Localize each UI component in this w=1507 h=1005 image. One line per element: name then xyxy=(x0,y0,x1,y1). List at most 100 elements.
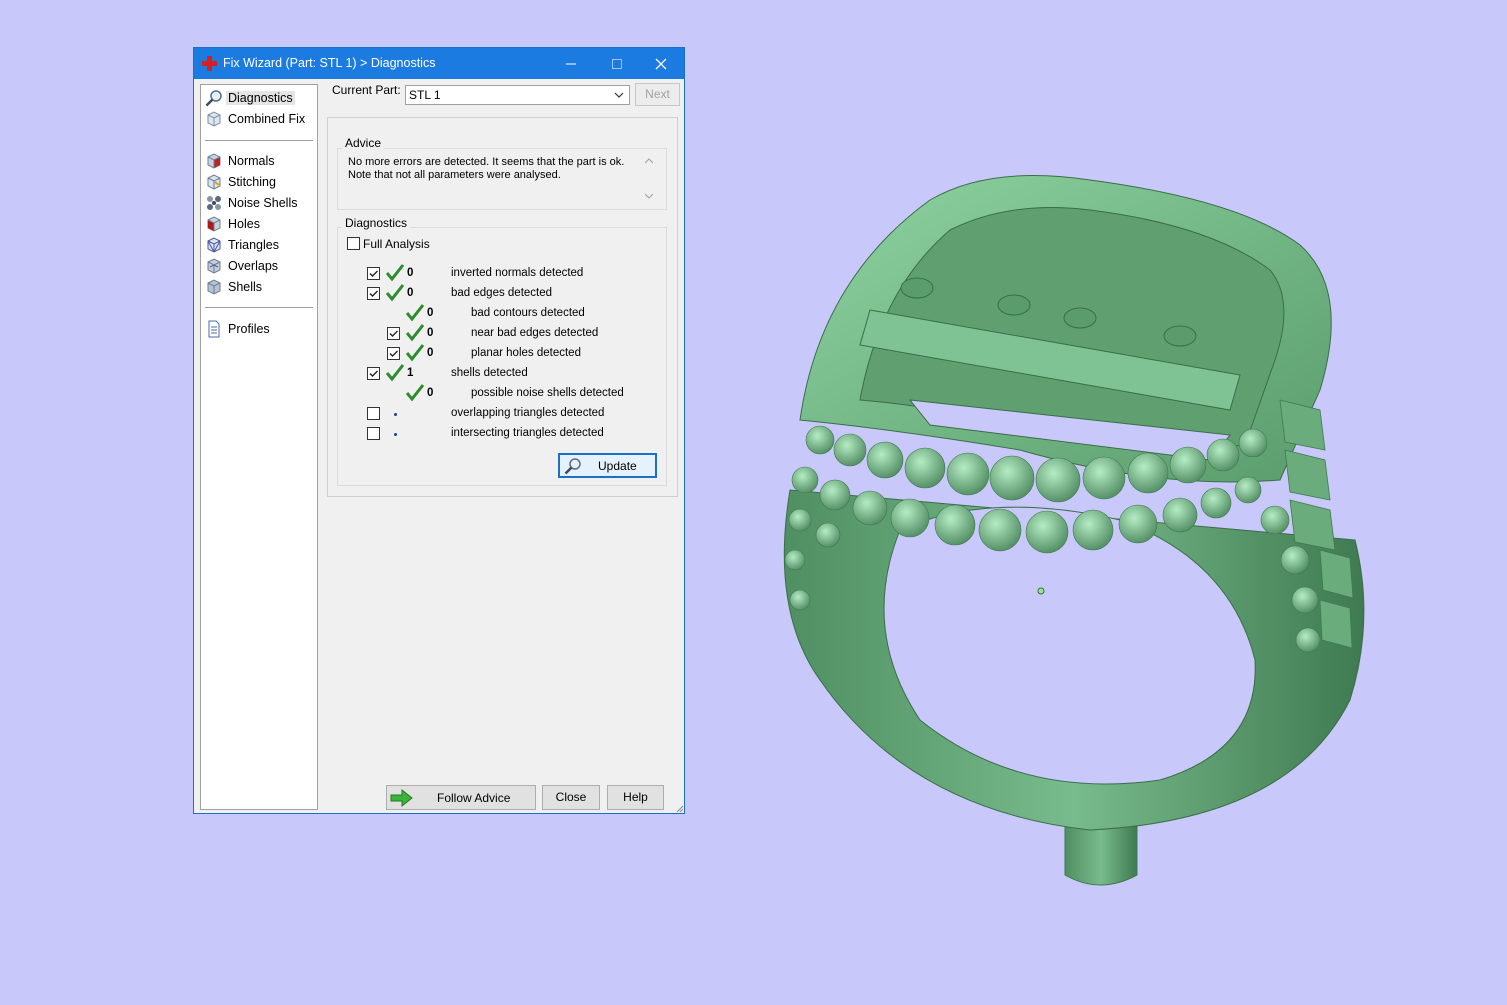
checkmark-icon xyxy=(369,370,378,377)
advice-line-2: Note that not all parameters were analys… xyxy=(348,169,561,181)
full-analysis-label: Full Analysis xyxy=(363,237,430,251)
nav-item-normals[interactable]: Normals xyxy=(205,151,313,171)
cube-triangles-icon xyxy=(207,237,221,253)
status-ok-icon xyxy=(405,324,425,342)
app-icon xyxy=(202,56,217,71)
checkmark-icon xyxy=(389,330,398,337)
diagnostic-checkbox[interactable] xyxy=(367,427,380,440)
minimize-icon xyxy=(566,63,576,65)
noise-shells-icon xyxy=(207,196,221,210)
current-part-select[interactable]: STL 1 xyxy=(405,85,630,105)
diagnostic-checkbox[interactable] xyxy=(367,267,380,280)
nav-item-label: Stitching xyxy=(228,175,276,189)
current-part-label: Current Part: xyxy=(332,83,401,97)
nav-item-triangles[interactable]: Triangles xyxy=(205,235,313,255)
nav-item-noise-shells[interactable]: Noise Shells xyxy=(205,193,313,213)
update-button[interactable]: Update xyxy=(558,453,657,478)
diagnostic-count: 0 xyxy=(427,327,434,339)
advice-textbox[interactable]: No more errors are detected. It seems th… xyxy=(340,153,660,205)
next-button[interactable]: Next xyxy=(635,83,680,106)
diagnostic-label: near bad edges detected xyxy=(471,327,599,339)
magnifier-icon xyxy=(205,90,222,107)
checkmark-icon xyxy=(389,350,398,357)
advice-group-label: Advice xyxy=(342,136,385,150)
diagnostic-count: 0 xyxy=(407,287,414,299)
wizard-nav: Diagnostics Combined Fix Normals Stitchi… xyxy=(200,84,318,810)
nav-item-label: Holes xyxy=(228,217,260,231)
nav-item-holes[interactable]: Holes xyxy=(205,214,313,234)
status-ok-icon xyxy=(385,264,405,282)
cube-icon xyxy=(207,111,221,127)
diagnostic-row: 0 possible noise shells detected xyxy=(194,384,684,404)
diagnostic-count: 0 xyxy=(407,267,414,279)
maximize-icon xyxy=(612,59,622,69)
window-title: Fix Wizard (Part: STL 1) > Diagnostics xyxy=(223,56,436,70)
diagnostic-count: 1 xyxy=(407,367,414,379)
diagnostic-label: shells detected xyxy=(451,367,528,379)
pivot-point-icon xyxy=(1037,587,1045,595)
diagnostic-count: 0 xyxy=(427,387,434,399)
diagnostic-row: 0 bad contours detected xyxy=(194,304,684,324)
status-unknown-icon xyxy=(394,433,397,436)
diagnostic-label: planar holes detected xyxy=(471,347,581,359)
status-ok-icon xyxy=(405,384,425,402)
title-bar[interactable]: Fix Wizard (Part: STL 1) > Diagnostics xyxy=(194,48,684,79)
follow-advice-button[interactable]: Follow Advice xyxy=(386,785,536,810)
diagnostic-checkbox[interactable] xyxy=(367,407,380,420)
close-button[interactable]: Close xyxy=(542,785,600,810)
nav-item-diagnostics[interactable]: Diagnostics xyxy=(205,88,313,108)
advice-text: No more errors are detected. It seems th… xyxy=(348,156,624,182)
diagnostic-checkbox[interactable] xyxy=(387,347,400,360)
status-ok-icon xyxy=(385,284,405,302)
arrow-right-icon xyxy=(390,788,413,808)
fix-wizard-window: Fix Wizard (Part: STL 1) > Diagnostics D… xyxy=(193,47,685,814)
checkmark-icon xyxy=(369,290,378,297)
diagnostic-checkbox[interactable] xyxy=(367,287,380,300)
diagnostic-row: 0 near bad edges detected xyxy=(194,324,684,344)
diagnostic-row: overlapping triangles detected xyxy=(194,404,684,424)
status-ok-icon xyxy=(405,304,425,322)
scroll-up-icon[interactable] xyxy=(645,158,653,164)
checkmark-icon xyxy=(369,270,378,277)
scroll-down-icon[interactable] xyxy=(645,193,653,199)
close-icon xyxy=(655,58,667,70)
diagnostic-label: inverted normals detected xyxy=(451,267,584,279)
diagnostic-row: 0 bad edges detected xyxy=(194,284,684,304)
status-unknown-icon xyxy=(394,413,397,416)
diagnostic-row: 1 shells detected xyxy=(194,364,684,384)
magnifier-icon xyxy=(564,458,581,475)
diagnostics-group-label: Diagnostics xyxy=(342,216,411,230)
diagnostic-checkbox[interactable] xyxy=(367,367,380,380)
nav-item-label: Diagnostics xyxy=(226,91,295,105)
nav-item-label: Noise Shells xyxy=(228,196,298,210)
update-label: Update xyxy=(598,459,637,473)
diagnostic-count: 0 xyxy=(427,307,434,319)
minimize-button[interactable] xyxy=(548,48,594,79)
status-ok-icon xyxy=(405,344,425,362)
diagnostic-label: intersecting triangles detected xyxy=(451,427,604,439)
nav-item-label: Combined Fix xyxy=(228,112,306,126)
chevron-down-icon xyxy=(614,92,624,98)
full-analysis-checkbox[interactable] xyxy=(347,237,360,250)
diagnostic-label: possible noise shells detected xyxy=(471,387,624,399)
diagnostic-row: 0 planar holes detected xyxy=(194,344,684,364)
advice-scrollbar[interactable] xyxy=(642,155,656,203)
nav-item-label: Triangles xyxy=(228,238,279,252)
diagnostic-label: bad edges detected xyxy=(451,287,553,299)
diagnostic-row: 0 inverted normals detected xyxy=(194,264,684,284)
diagnostic-count: 0 xyxy=(427,347,434,359)
close-window-button[interactable] xyxy=(638,48,684,79)
resize-grip-icon[interactable] xyxy=(674,803,684,813)
diagnostic-row: intersecting triangles detected xyxy=(194,424,684,444)
nav-item-stitching[interactable]: Stitching xyxy=(205,172,313,192)
current-part-value: STL 1 xyxy=(409,88,441,102)
nav-item-label: Normals xyxy=(228,154,275,168)
ring-model-3d[interactable] xyxy=(760,160,1380,890)
help-button[interactable]: Help xyxy=(607,785,664,810)
cube-holes-icon xyxy=(207,216,221,232)
diagnostic-checkbox[interactable] xyxy=(387,327,400,340)
diagnostic-label: overlapping triangles detected xyxy=(451,407,605,419)
nav-item-combined-fix[interactable]: Combined Fix xyxy=(205,109,313,129)
status-ok-icon xyxy=(385,364,405,382)
maximize-button[interactable] xyxy=(594,48,640,79)
